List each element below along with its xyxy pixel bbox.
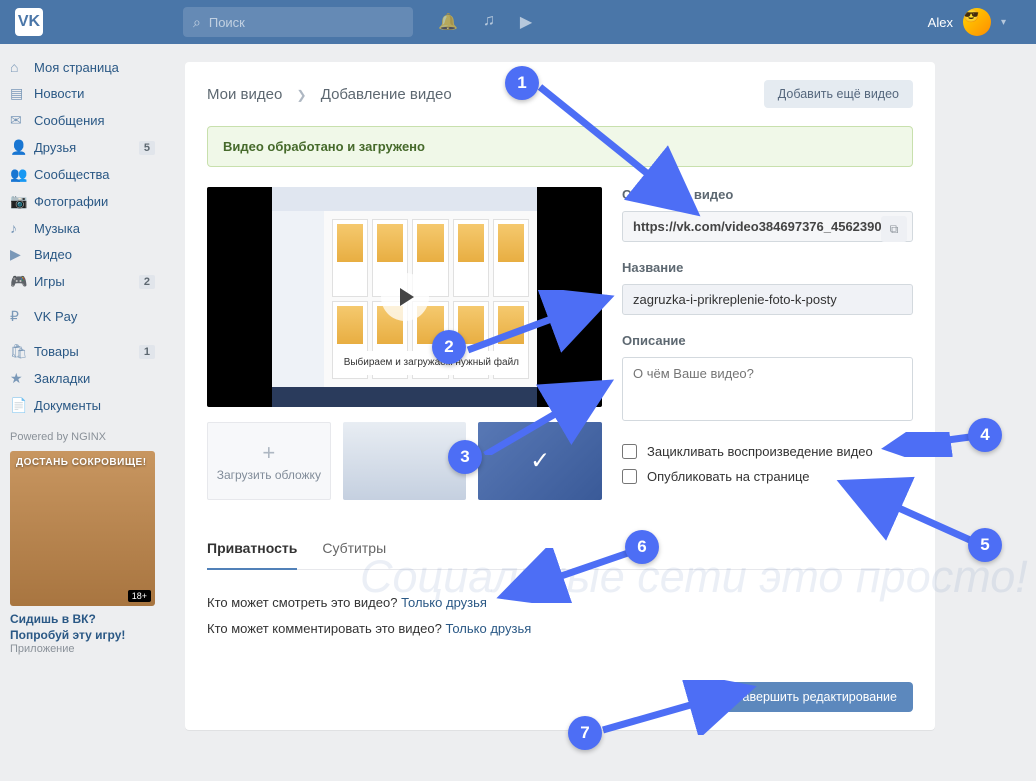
promo-age-badge: 18+ (128, 590, 151, 602)
vk-logo[interactable]: VK (15, 8, 43, 36)
badge: 2 (139, 275, 155, 289)
nav-icon: 🛍 (10, 343, 34, 360)
search-input[interactable] (209, 15, 403, 30)
sidebar-item[interactable]: ⌂Моя страница (0, 54, 165, 80)
nav-icon: 👤 (10, 139, 34, 156)
promo-title: Сидишь в ВК? Попробуй эту игру! (10, 612, 155, 643)
badge: 5 (139, 141, 155, 155)
avatar: 😎 (963, 8, 991, 36)
sidebar-item[interactable]: 🛍Товары1 (0, 338, 165, 365)
play-icon[interactable]: ▶ (520, 12, 532, 32)
chevron-down-icon: ▾ (1001, 17, 1006, 28)
sidebar-item[interactable]: ✉Сообщения (0, 107, 165, 134)
upload-cover-button[interactable]: + Загрузить обложку (207, 422, 331, 500)
annotation-6: 6 (625, 530, 659, 564)
promo-banner: ДОСТАНЬ СОКРОВИЩЕ! (16, 457, 149, 468)
privacy-comment-link[interactable]: Только друзья (445, 621, 531, 636)
badge: 1 (139, 345, 155, 359)
nav-icon: 📷 (10, 193, 34, 210)
annotation-7: 7 (568, 716, 602, 750)
header: VK ⌕ 🔔 ♫ ▶ Alex 😎 ▾ (0, 0, 1036, 44)
sidebar-item[interactable]: 🎮Игры2 (0, 268, 165, 295)
powered-by: Powered by NGINX (0, 419, 165, 451)
sidebar-item[interactable]: 📄Документы (0, 392, 165, 419)
description-label: Описание (622, 333, 913, 348)
crumb-my-videos[interactable]: Мои видео (207, 86, 282, 103)
user-menu[interactable]: Alex 😎 ▾ (928, 8, 1006, 36)
nav-icon: ✉ (10, 112, 34, 129)
sidebar-item[interactable]: ★Закладки (0, 365, 165, 392)
search-box[interactable]: ⌕ (183, 7, 413, 37)
copy-icon[interactable]: ⧉ (881, 216, 907, 242)
sidebar-item[interactable]: ▤Новости (0, 80, 165, 107)
nav-icon: ▤ (10, 85, 34, 102)
music-icon[interactable]: ♫ (483, 12, 495, 32)
sidebar-item[interactable]: ♪Музыка (0, 215, 165, 241)
sidebar-item[interactable]: 👥Сообщества (0, 161, 165, 188)
sidebar-item[interactable]: 📷Фотографии (0, 188, 165, 215)
promo-widget[interactable]: ДОСТАНЬ СОКРОВИЩЕ! 18+ Сидишь в ВК? Попр… (10, 451, 155, 655)
user-name: Alex (928, 15, 953, 30)
video-title-input[interactable] (622, 284, 913, 315)
breadcrumb: Мои видео ❯ Добавление видео (207, 86, 452, 103)
nav-icon: 🎮 (10, 273, 34, 290)
annotation-3: 3 (448, 440, 482, 474)
publish-checkbox[interactable] (622, 469, 637, 484)
sidebar-item[interactable]: ₽VK Pay (0, 303, 165, 330)
tab-subtitles[interactable]: Субтитры (322, 528, 386, 569)
nav-icon: 👥 (10, 166, 34, 183)
nav-icon: ₽ (10, 308, 34, 325)
loop-checkbox-row[interactable]: Зацикливать воспроизведение видео (622, 444, 913, 459)
video-description-input[interactable] (622, 357, 913, 421)
nav-icon: ⌂ (10, 59, 34, 75)
sidebar-item[interactable]: 👤Друзья5 (0, 134, 165, 161)
bell-icon[interactable]: 🔔 (438, 12, 458, 32)
chevron-right-icon: ❯ (297, 88, 307, 102)
privacy-view-link[interactable]: Только друзья (401, 595, 487, 610)
add-more-video-button[interactable]: Добавить ещё видео (764, 80, 913, 108)
sidebar-item[interactable]: ▶Видео (0, 241, 165, 268)
annotation-2: 2 (432, 330, 466, 364)
loop-checkbox[interactable] (622, 444, 637, 459)
crumb-add-video: Добавление видео (321, 86, 452, 103)
promo-subtitle: Приложение (10, 643, 155, 655)
title-label: Название (622, 260, 913, 275)
annotation-5: 5 (968, 528, 1002, 562)
search-icon: ⌕ (193, 14, 201, 31)
annotation-4: 4 (968, 418, 1002, 452)
plus-icon: + (262, 440, 275, 466)
sidebar: ⌂Моя страница▤Новости✉Сообщения👤Друзья5👥… (0, 44, 165, 748)
nav-icon: ♪ (10, 220, 34, 236)
annotation-1: 1 (505, 66, 539, 100)
nav-icon: ▶ (10, 246, 34, 263)
nav-icon: 📄 (10, 397, 34, 414)
tab-privacy[interactable]: Приватность (207, 528, 297, 570)
play-button-icon[interactable] (381, 273, 429, 321)
nav-icon: ★ (10, 370, 34, 387)
